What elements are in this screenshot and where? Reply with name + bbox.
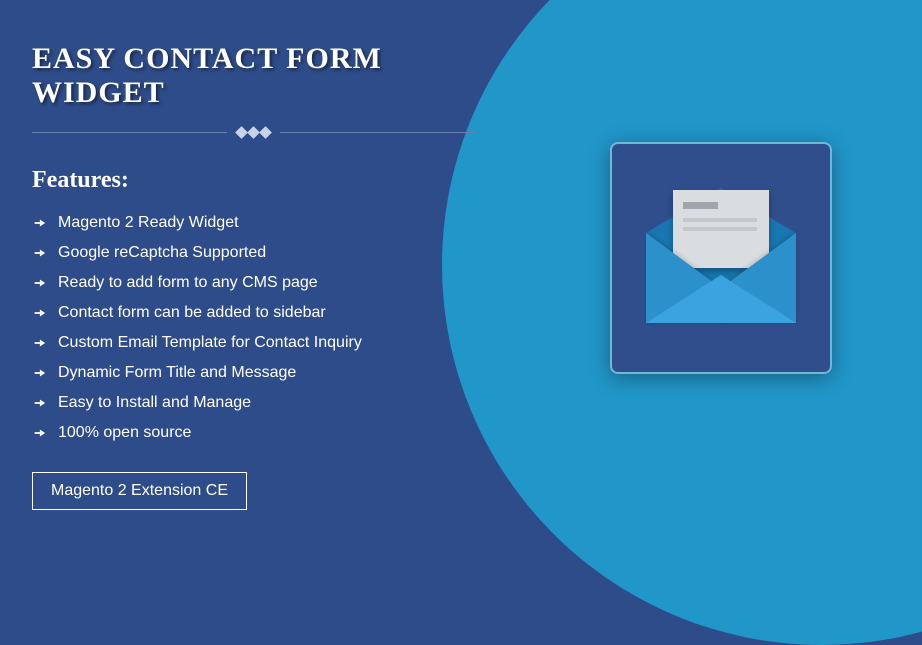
feature-text: Dynamic Form Title and Message — [58, 364, 296, 382]
diamond-icon — [259, 126, 272, 139]
diamond-icon — [247, 126, 260, 139]
arrow-right-icon — [32, 306, 46, 320]
envelope-card — [610, 142, 832, 374]
extension-badge: Magento 2 Extension CE — [32, 472, 247, 510]
divider-diamonds — [237, 128, 270, 137]
features-heading: Features: — [32, 167, 520, 194]
title-divider — [32, 128, 520, 137]
arrow-right-icon — [32, 246, 46, 260]
feature-item: Contact form can be added to sidebar — [32, 304, 520, 322]
envelope-icon — [646, 193, 796, 323]
feature-item: 100% open source — [32, 424, 520, 442]
divider-line-right — [280, 132, 475, 133]
arrow-right-icon — [32, 366, 46, 380]
diamond-icon — [235, 126, 248, 139]
feature-text: Ready to add form to any CMS page — [58, 274, 318, 292]
arrow-right-icon — [32, 276, 46, 290]
feature-list: Magento 2 Ready Widget Google reCaptcha … — [32, 214, 520, 442]
divider-line-left — [32, 132, 227, 133]
feature-text: Custom Email Template for Contact Inquir… — [58, 334, 362, 352]
arrow-right-icon — [32, 336, 46, 350]
feature-text: Magento 2 Ready Widget — [58, 214, 239, 232]
arrow-right-icon — [32, 216, 46, 230]
feature-text: Easy to Install and Manage — [58, 394, 251, 412]
main-content: EASY CONTACT FORM WIDGET Features: Magen… — [0, 0, 520, 510]
feature-text: 100% open source — [58, 424, 191, 442]
feature-item: Easy to Install and Manage — [32, 394, 520, 412]
feature-item: Ready to add form to any CMS page — [32, 274, 520, 292]
feature-item: Custom Email Template for Contact Inquir… — [32, 334, 520, 352]
feature-item: Magento 2 Ready Widget — [32, 214, 520, 232]
arrow-right-icon — [32, 396, 46, 410]
feature-text: Google reCaptcha Supported — [58, 244, 266, 262]
arrow-right-icon — [32, 426, 46, 440]
feature-item: Google reCaptcha Supported — [32, 244, 520, 262]
feature-text: Contact form can be added to sidebar — [58, 304, 326, 322]
feature-item: Dynamic Form Title and Message — [32, 364, 520, 382]
page-title: EASY CONTACT FORM WIDGET — [32, 42, 520, 110]
